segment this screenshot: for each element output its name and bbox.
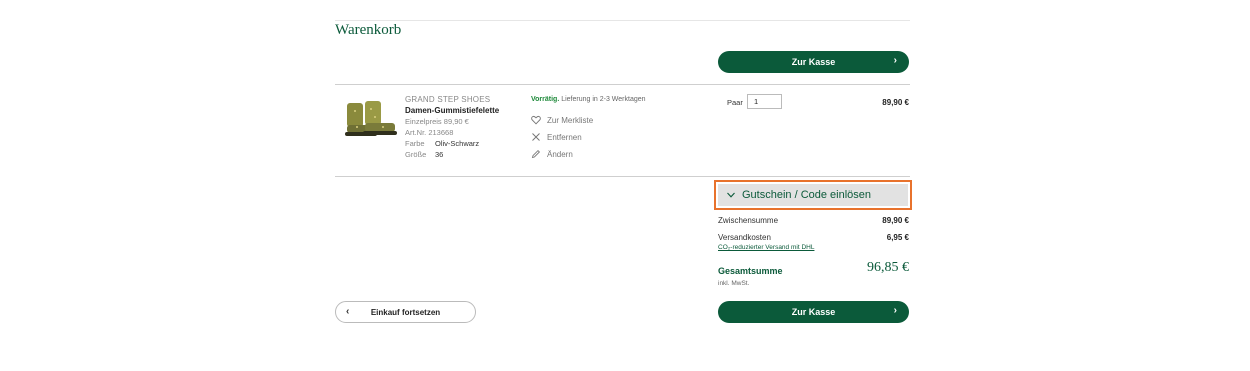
checkout-button-bottom[interactable]: Zur Kasse › xyxy=(718,301,909,323)
quantity-input[interactable] xyxy=(747,94,782,109)
color-label: Farbe xyxy=(405,139,425,148)
wishlist-label: Zur Merkliste xyxy=(547,115,594,125)
top-divider xyxy=(335,20,910,21)
quantity-label: Paar xyxy=(727,98,743,107)
color-value: Oliv-Schwarz xyxy=(435,139,480,148)
article-number: Art.Nr. 213668 xyxy=(405,128,454,137)
shipping-value: 6,95 € xyxy=(886,233,909,242)
divider xyxy=(335,176,910,177)
product-image[interactable] xyxy=(343,99,401,141)
unit-price: Einzelpreis 89,90 € xyxy=(405,117,469,126)
close-icon xyxy=(532,133,540,141)
heart-icon xyxy=(531,115,541,125)
subtotal-value: 89,90 € xyxy=(882,216,909,225)
size-value: 36 xyxy=(435,150,444,159)
total-value: 96,85 € xyxy=(867,260,909,275)
voucher-toggle[interactable]: Gutschein / Code einlösen xyxy=(718,184,908,206)
divider xyxy=(335,84,910,85)
chevron-right-icon: › xyxy=(893,55,897,66)
product-name[interactable]: Damen-Gummistiefelette xyxy=(405,106,499,115)
availability-text: Lieferung in 2-3 Werktagen xyxy=(559,96,646,103)
remove-label: Entfernen xyxy=(547,132,582,142)
total-label: Gesamtsumme xyxy=(718,266,783,276)
availability-status: Vorrätig. xyxy=(531,96,560,103)
continue-shopping-button[interactable]: ‹ Einkauf fortsetzen xyxy=(335,301,476,323)
checkout-button-top[interactable]: Zur Kasse › xyxy=(718,51,909,73)
size-label: Größe xyxy=(405,150,427,159)
remove-button[interactable]: Entfernen xyxy=(531,132,582,142)
voucher-label: Gutschein / Code einlösen xyxy=(742,189,872,201)
checkout-button-label: Zur Kasse xyxy=(791,307,836,317)
page-title: Warenkorb xyxy=(335,22,402,38)
product-brand: GRAND STEP SHOES xyxy=(405,95,491,104)
edit-label: Ändern xyxy=(547,149,573,159)
continue-shopping-label: Einkauf fortsetzen xyxy=(370,307,441,317)
chevron-left-icon: ‹ xyxy=(346,306,350,317)
subtotal-label: Zwischensumme xyxy=(718,216,779,225)
item-price: 89,90 € xyxy=(882,98,909,107)
shipping-label: Versandkosten xyxy=(718,233,771,242)
chevron-right-icon: › xyxy=(893,305,897,316)
tax-note: inkl. MwSt. xyxy=(718,280,750,287)
checkout-button-label: Zur Kasse xyxy=(791,57,836,67)
chevron-down-icon xyxy=(727,192,735,198)
pencil-icon xyxy=(531,149,541,159)
availability: Vorrätig. Lieferung in 2-3 Werktagen xyxy=(531,96,646,103)
edit-button[interactable]: Ändern xyxy=(531,149,573,159)
shipping-note-link[interactable]: CO₂-reduzierter Versand mit DHL xyxy=(718,244,814,251)
wishlist-button[interactable]: Zur Merkliste xyxy=(531,115,593,125)
